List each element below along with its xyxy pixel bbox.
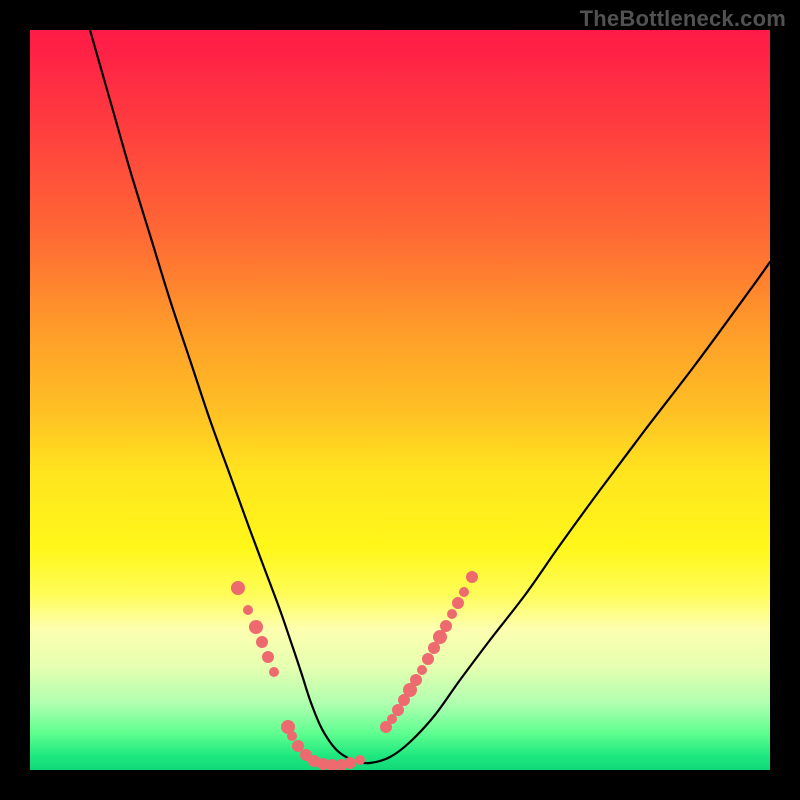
watermark-text: TheBottleneck.com: [580, 6, 786, 32]
marker-dot: [243, 605, 253, 615]
marker-dot: [287, 731, 297, 741]
curve-svg: [30, 30, 770, 770]
marker-dot: [447, 609, 457, 619]
marker-dot: [231, 581, 245, 595]
chart-container: TheBottleneck.com: [0, 0, 800, 800]
marker-dot: [344, 757, 356, 769]
marker-dot: [433, 630, 447, 644]
marker-dot: [440, 620, 452, 632]
marker-dot: [262, 651, 274, 663]
marker-dot: [392, 704, 404, 716]
marker-dot: [422, 653, 434, 665]
marker-dot: [256, 636, 268, 648]
bottleneck-curve: [90, 30, 770, 763]
marker-dot: [355, 755, 365, 765]
marker-dot: [428, 642, 440, 654]
plot-area: [30, 30, 770, 770]
marker-dot: [417, 665, 427, 675]
marker-dot: [249, 620, 263, 634]
marker-dot: [459, 587, 469, 597]
marker-dot: [387, 714, 397, 724]
marker-dot: [269, 667, 279, 677]
highlight-markers: [231, 571, 478, 770]
marker-dot: [452, 597, 464, 609]
marker-dot: [292, 740, 304, 752]
marker-dot: [410, 674, 422, 686]
marker-dot: [466, 571, 478, 583]
